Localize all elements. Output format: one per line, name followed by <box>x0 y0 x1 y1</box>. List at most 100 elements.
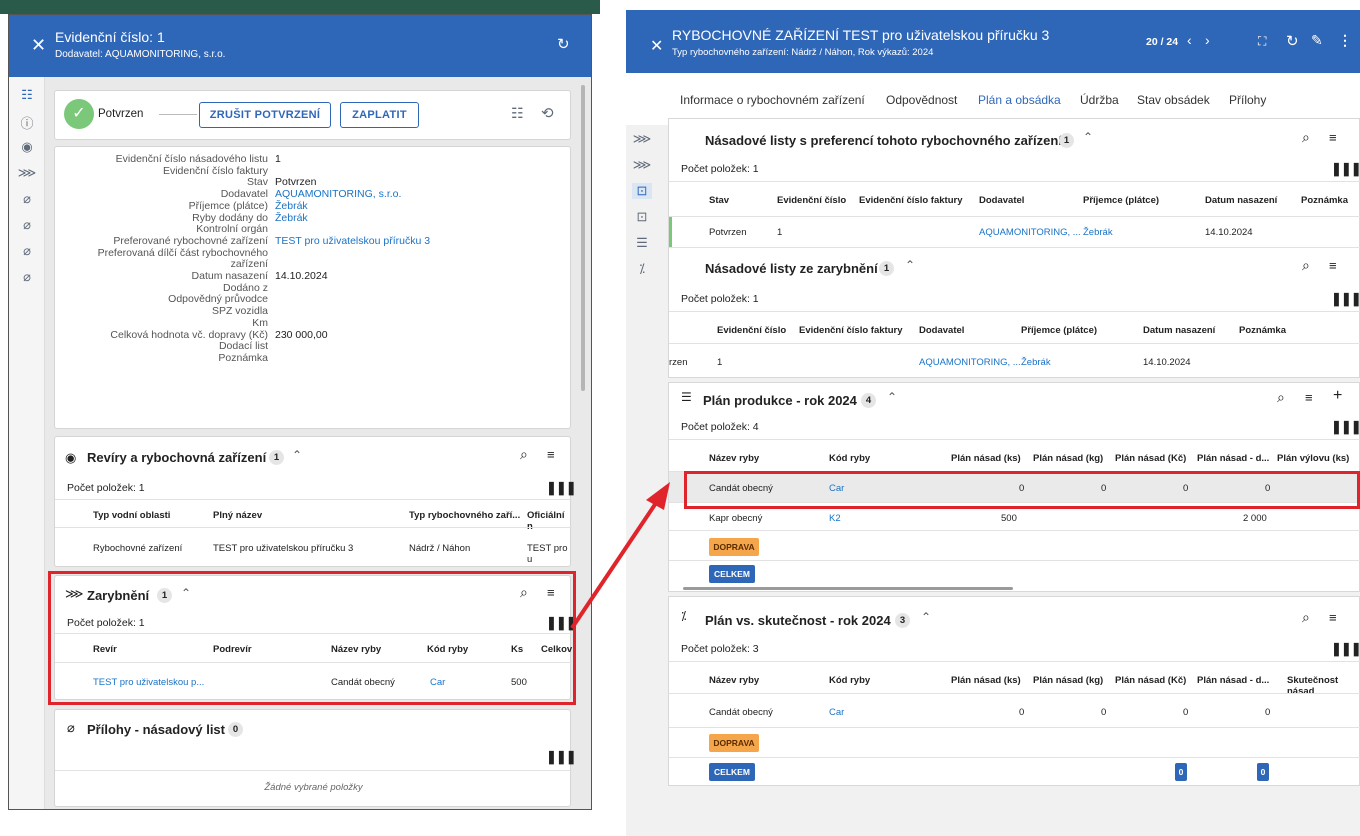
col-header[interactable]: Plán násad (Kč) <box>1115 675 1186 686</box>
col-header[interactable]: Dodavatel <box>979 195 1024 206</box>
list-icon[interactable]: ≡ <box>547 447 555 462</box>
fish-code-link[interactable]: Car <box>829 707 844 718</box>
refresh-icon[interactable]: ↻ <box>1286 32 1299 50</box>
tab-info[interactable]: Informace o rybochovném zařízení <box>680 93 865 107</box>
columns-icon[interactable]: ❚❚❚ <box>1331 291 1360 307</box>
table-cell: 1 <box>777 227 783 238</box>
field-value-link[interactable]: Žebrák <box>275 212 308 224</box>
field-label: Dodavatel <box>220 188 268 201</box>
col-header[interactable]: Plán násad (Kč) <box>1115 453 1186 464</box>
fish-icon[interactable]: ⋙ <box>632 131 652 147</box>
field-value-link[interactable]: Žebrák <box>275 200 308 212</box>
col-header[interactable]: Datum nasazení <box>1205 195 1277 206</box>
workflow-icon[interactable]: ☷ <box>511 105 524 122</box>
col-header[interactable]: Evidenční číslo faktury <box>799 325 902 336</box>
compare-icon[interactable]: ⁒ <box>632 261 652 277</box>
search-icon[interactable]: ⌕ <box>1302 609 1310 626</box>
col-header[interactable]: Plán výlovu (ks) <box>1277 453 1349 464</box>
collapse-icon[interactable]: ⌃ <box>887 390 897 404</box>
tab-plan[interactable]: Plán a obsádka <box>978 93 1061 107</box>
doprava-tag: DOPRAVA <box>709 538 759 556</box>
search-icon[interactable]: ⌕ <box>1277 389 1285 406</box>
collapse-icon[interactable]: ⌃ <box>905 258 915 272</box>
col-header[interactable]: Typ rybochovného zaří... <box>409 510 520 521</box>
edit-icon[interactable]: ✎ <box>1311 32 1323 49</box>
cancel-confirmation-button[interactable]: ZRUŠIT POTVRZENÍ <box>199 102 331 128</box>
attachment-icon[interactable]: ⌀ <box>17 243 37 259</box>
col-header[interactable]: Plný název <box>213 510 262 521</box>
fish-icon[interactable]: ⋙ <box>17 165 37 181</box>
tab-odpovednost[interactable]: Odpovědnost <box>886 93 957 107</box>
connector-arrow <box>570 482 670 630</box>
supplier-link[interactable]: AQUAMONITORING, ... <box>919 357 1021 368</box>
col-header[interactable]: Poznámka <box>1239 325 1286 336</box>
doprava-tag: DOPRAVA <box>709 734 759 752</box>
field-value-link[interactable]: AQUAMONITORING, s.r.o. <box>275 188 401 200</box>
col-header[interactable]: Stav <box>709 195 729 206</box>
col-header[interactable]: Evidenční číslo <box>717 325 786 336</box>
tab-udrzba[interactable]: Údržba <box>1080 93 1119 107</box>
col-header[interactable]: Příjemce (plátce) <box>1021 325 1097 336</box>
list-icon[interactable]: ≡ <box>1329 610 1337 625</box>
col-header[interactable]: Plán násad (ks) <box>951 453 1021 464</box>
add-icon[interactable]: + <box>1333 387 1342 405</box>
history-icon[interactable]: ⟲ <box>541 104 554 122</box>
col-header[interactable]: Evidenční číslo faktury <box>859 195 962 206</box>
field-value-link[interactable]: TEST pro uživatelskou příručku 3 <box>275 235 430 247</box>
col-header[interactable]: Typ vodní oblasti <box>93 510 170 521</box>
col-header[interactable]: Dodavatel <box>919 325 964 336</box>
pay-button[interactable]: ZAPLATIT <box>340 102 419 128</box>
col-header[interactable]: Poznámka <box>1301 195 1348 206</box>
col-header[interactable]: Kód ryby <box>829 675 870 686</box>
search-icon[interactable]: ⌕ <box>520 446 528 463</box>
col-header[interactable]: Název ryby <box>709 675 759 686</box>
tab-prilohy[interactable]: Přílohy <box>1229 93 1266 107</box>
col-header[interactable]: Příjemce (plátce) <box>1083 195 1159 206</box>
col-header[interactable]: Evidenční číslo <box>777 195 846 206</box>
list-icon[interactable]: ≡ <box>1305 390 1313 405</box>
close-icon[interactable]: ✕ <box>31 35 46 56</box>
tab-stav-obsadek[interactable]: Stav obsádek <box>1137 93 1210 107</box>
columns-icon[interactable]: ❚❚❚ <box>1331 419 1360 435</box>
attachment-icon[interactable]: ⌀ <box>17 191 37 207</box>
attachment-icon[interactable]: ⌀ <box>17 217 37 233</box>
fish-icon[interactable]: ⋙ <box>632 157 652 173</box>
columns-icon[interactable]: ❚❚❚ <box>546 749 577 765</box>
col-header[interactable]: Plán násad (kg) <box>1033 675 1103 686</box>
list-icon[interactable]: ≡ <box>1329 130 1337 145</box>
col-header[interactable]: Plán násad (ks) <box>951 675 1021 686</box>
recipient-link[interactable]: Žebrák <box>1083 227 1113 238</box>
columns-icon[interactable]: ❚❚❚ <box>1331 641 1360 657</box>
seeding-icon[interactable]: ⊡ <box>632 209 652 225</box>
collapse-icon[interactable]: ⌃ <box>292 448 302 462</box>
more-icon[interactable]: ⋮ <box>1338 32 1352 49</box>
col-header[interactable]: Plán násad - d... <box>1197 453 1269 464</box>
columns-icon[interactable]: ❚❚❚ <box>1331 161 1360 177</box>
col-header[interactable]: Plán násad - d... <box>1197 675 1269 686</box>
col-header[interactable]: Plán násad (kg) <box>1033 453 1103 464</box>
close-icon[interactable]: ✕ <box>650 36 663 56</box>
sections-icon[interactable]: ☷ <box>17 87 37 103</box>
supplier-link[interactable]: AQUAMONITORING, ... <box>979 227 1081 238</box>
next-icon[interactable]: › <box>1205 32 1210 48</box>
prev-icon[interactable]: ‹ <box>1187 32 1192 48</box>
list-icon[interactable]: ≡ <box>1329 258 1337 273</box>
fishpond-icon[interactable]: ◉ <box>17 139 37 155</box>
fish-code-link[interactable]: K2 <box>829 513 841 524</box>
seeding-icon[interactable]: ⊡ <box>632 183 652 199</box>
h-scrollbar[interactable] <box>683 587 1013 590</box>
search-icon[interactable]: ⌕ <box>1302 257 1310 274</box>
recipient-link[interactable]: Žebrák <box>1021 357 1051 368</box>
search-icon[interactable]: ⌕ <box>1302 129 1310 146</box>
collapse-icon[interactable]: ⌃ <box>1083 130 1093 144</box>
fullscreen-icon[interactable]: ⛶ <box>1258 34 1266 49</box>
attachment-icon[interactable]: ⌀ <box>17 269 37 285</box>
col-header[interactable]: Datum nasazení <box>1143 325 1215 336</box>
info-icon[interactable]: ⓘ <box>17 113 37 131</box>
scrollbar[interactable] <box>581 85 585 391</box>
col-header[interactable]: Kód ryby <box>829 453 870 464</box>
col-header[interactable]: Název ryby <box>709 453 759 464</box>
plan-icon[interactable]: ☰ <box>632 235 652 251</box>
refresh-icon[interactable]: ↻ <box>557 35 570 53</box>
collapse-icon[interactable]: ⌃ <box>921 610 931 624</box>
